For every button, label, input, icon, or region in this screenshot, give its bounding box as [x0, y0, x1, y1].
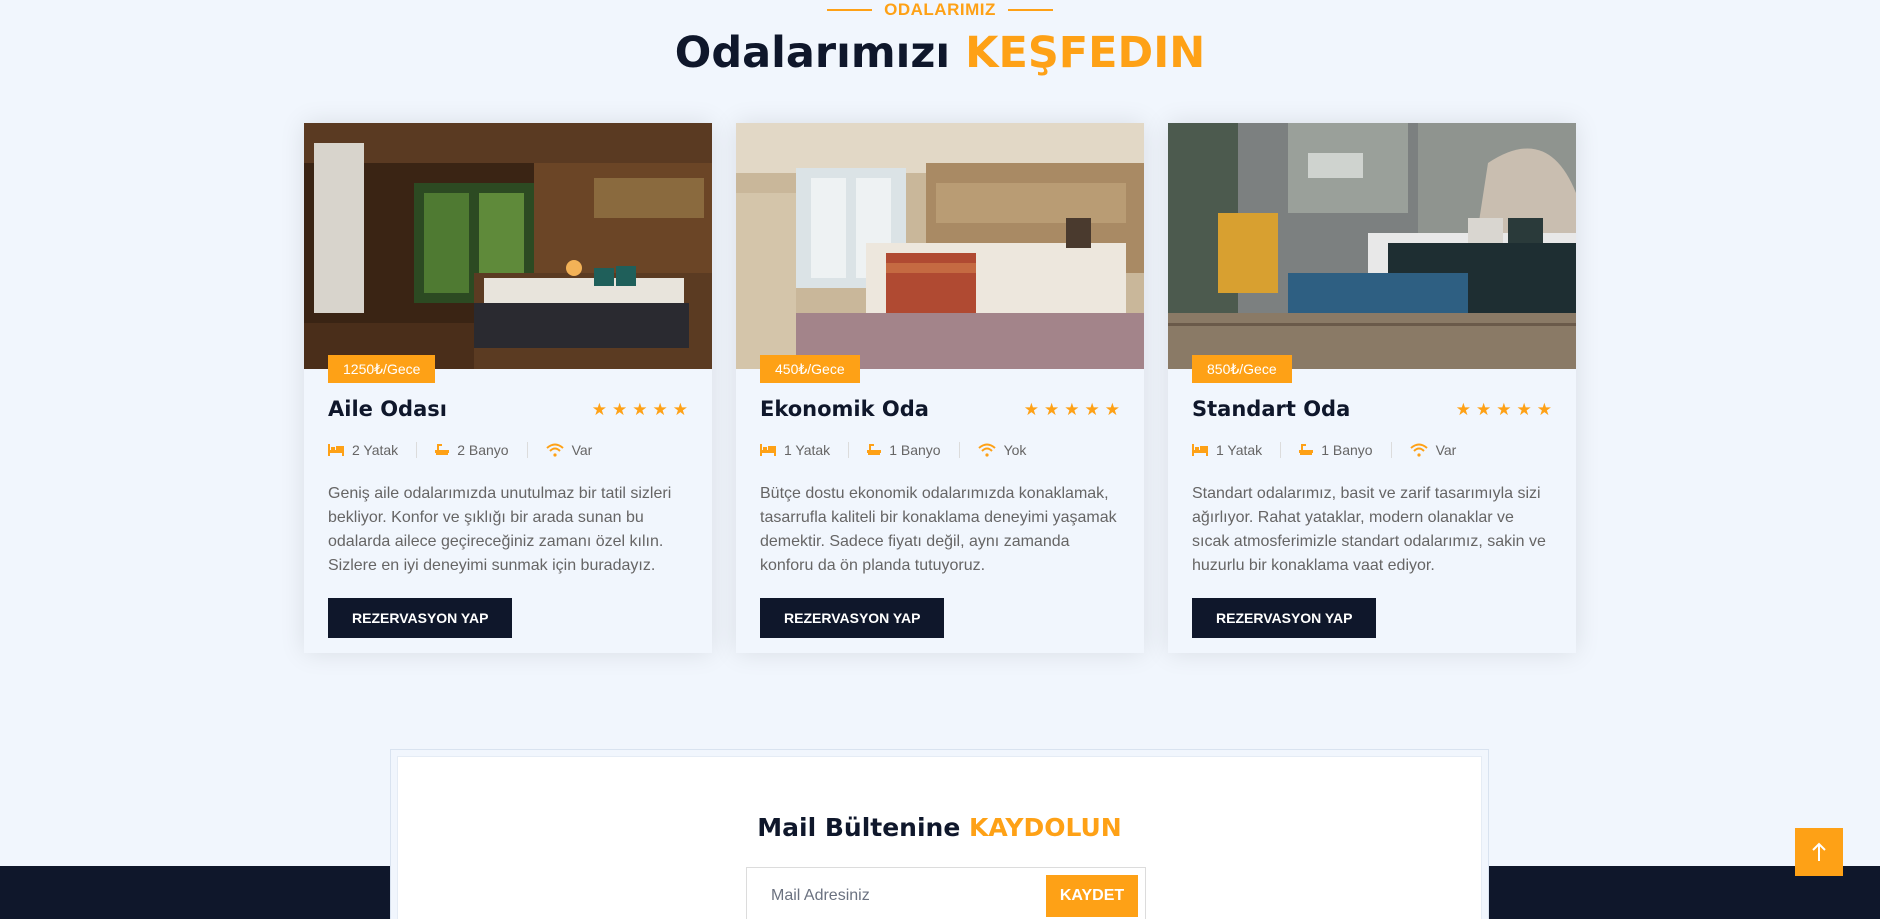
star-icon: ★	[632, 399, 648, 419]
room-image	[1168, 123, 1576, 369]
star-icon: ★	[1455, 399, 1471, 419]
section-title-main: Odalarımızı	[674, 28, 951, 78]
star-icon: ★	[1064, 399, 1080, 419]
star-icon: ★	[1516, 399, 1532, 419]
subtitle-line-left	[827, 9, 873, 11]
room-features: 1 Yatak 1 Banyo Var	[1192, 440, 1552, 460]
wifi-icon	[977, 443, 996, 457]
newsletter-title-accent: KAYDOLUN	[969, 813, 1122, 842]
arrow-up-icon	[1812, 842, 1826, 861]
baths-label: 2 Banyo	[457, 442, 509, 458]
bath-icon	[435, 443, 450, 457]
room-card: 450₺/Gece Ekonomik Oda ★ ★ ★ ★ ★ 1 Yatak	[736, 123, 1144, 653]
feature-wifi: Var	[1392, 442, 1475, 458]
room-description: Geniş aile odalarımızda unutulmaz bir ta…	[328, 485, 672, 574]
wifi-label: Yok	[1003, 442, 1027, 458]
feature-baths: 1 Banyo	[849, 442, 960, 458]
bath-icon	[867, 443, 882, 457]
newsletter-form: KAYDET	[746, 867, 1146, 919]
star-rating: ★ ★ ★ ★ ★	[1456, 401, 1552, 418]
price-badge: 1250₺/Gece	[328, 355, 436, 383]
feature-baths: 1 Banyo	[1281, 442, 1392, 458]
card-body: Standart Oda ★ ★ ★ ★ ★ 1 Yatak 1 Banyo V…	[1192, 393, 1552, 638]
feature-beds: 1 Yatak	[760, 442, 850, 458]
price-badge: 850₺/Gece	[1192, 355, 1292, 383]
wifi-icon	[545, 443, 564, 457]
star-icon: ★	[652, 399, 668, 419]
beds-label: 1 Yatak	[1216, 442, 1263, 458]
section-subtitle-row: ODALARIMIZ	[0, 0, 1880, 20]
star-rating: ★ ★ ★ ★ ★	[1024, 401, 1120, 418]
reserve-button[interactable]: REZERVASYON YAP	[328, 598, 513, 638]
feature-beds: 2 Yatak	[328, 442, 418, 458]
back-to-top-button[interactable]	[1795, 828, 1843, 876]
section-title: Odalarımızı KEŞFEDIN	[0, 28, 1880, 78]
card-body: Ekonomik Oda ★ ★ ★ ★ ★ 1 Yatak 1 Banyo Y…	[760, 393, 1120, 638]
feature-baths: 2 Banyo	[417, 442, 528, 458]
wifi-icon	[1409, 443, 1428, 457]
feature-wifi: Yok	[960, 442, 1045, 458]
feature-wifi: Var	[528, 442, 611, 458]
reserve-button[interactable]: REZERVASYON YAP	[760, 598, 945, 638]
star-icon: ★	[1023, 399, 1039, 419]
section-title-accent: KEŞFEDIN	[965, 28, 1206, 78]
subscribe-button[interactable]: KAYDET	[1046, 875, 1138, 917]
room-cards: 1250₺/Gece Aile Odası ★ ★ ★ ★ ★ 2 Yatak	[304, 123, 1576, 653]
star-icon: ★	[1476, 399, 1492, 419]
bath-icon	[1299, 443, 1314, 457]
room-description: Bütçe dostu ekonomik odalarımızda konakl…	[760, 485, 1117, 574]
star-icon: ★	[672, 399, 688, 419]
beds-label: 2 Yatak	[352, 442, 399, 458]
newsletter-title-main: Mail Bültenine	[757, 813, 961, 842]
star-icon: ★	[1104, 399, 1120, 419]
newsletter-inner: Mail Bültenine KAYDOLUN KAYDET	[397, 756, 1482, 919]
room-title: Ekonomik Oda	[760, 397, 929, 421]
room-description: Standart odalarımız, basit ve zarif tasa…	[1192, 485, 1546, 574]
room-card: 850₺/Gece Standart Oda ★ ★ ★ ★ ★ 1 Yatak	[1168, 123, 1576, 653]
bed-icon	[760, 444, 776, 456]
feature-beds: 1 Yatak	[1192, 442, 1282, 458]
price-badge: 450₺/Gece	[760, 355, 860, 383]
beds-label: 1 Yatak	[784, 442, 831, 458]
room-features: 1 Yatak 1 Banyo Yok	[760, 440, 1120, 460]
newsletter-box: Mail Bültenine KAYDOLUN KAYDET	[390, 749, 1489, 919]
card-body: Aile Odası ★ ★ ★ ★ ★ 2 Yatak 2 Banyo Var…	[328, 393, 688, 638]
baths-label: 1 Banyo	[1321, 442, 1373, 458]
star-icon: ★	[1044, 399, 1060, 419]
star-icon: ★	[591, 399, 607, 419]
wifi-label: Var	[1435, 442, 1457, 458]
room-title: Aile Odası	[328, 397, 447, 421]
star-rating: ★ ★ ★ ★ ★	[592, 401, 688, 418]
room-card: 1250₺/Gece Aile Odası ★ ★ ★ ★ ★ 2 Yatak	[304, 123, 712, 653]
star-icon: ★	[1496, 399, 1512, 419]
newsletter-title: Mail Bültenine KAYDOLUN	[398, 813, 1481, 842]
star-icon: ★	[1536, 399, 1552, 419]
section-subtitle: ODALARIMIZ	[884, 0, 996, 19]
baths-label: 1 Banyo	[889, 442, 941, 458]
room-features: 2 Yatak 2 Banyo Var	[328, 440, 688, 460]
reserve-button[interactable]: REZERVASYON YAP	[1192, 598, 1377, 638]
wifi-label: Var	[571, 442, 593, 458]
room-image	[304, 123, 712, 369]
star-icon: ★	[1084, 399, 1100, 419]
room-image	[736, 123, 1144, 369]
subtitle-line-right	[1007, 9, 1053, 11]
email-input[interactable]	[747, 868, 1037, 919]
bed-icon	[328, 444, 344, 456]
bed-icon	[1192, 444, 1208, 456]
room-title: Standart Oda	[1192, 397, 1351, 421]
star-icon: ★	[612, 399, 628, 419]
